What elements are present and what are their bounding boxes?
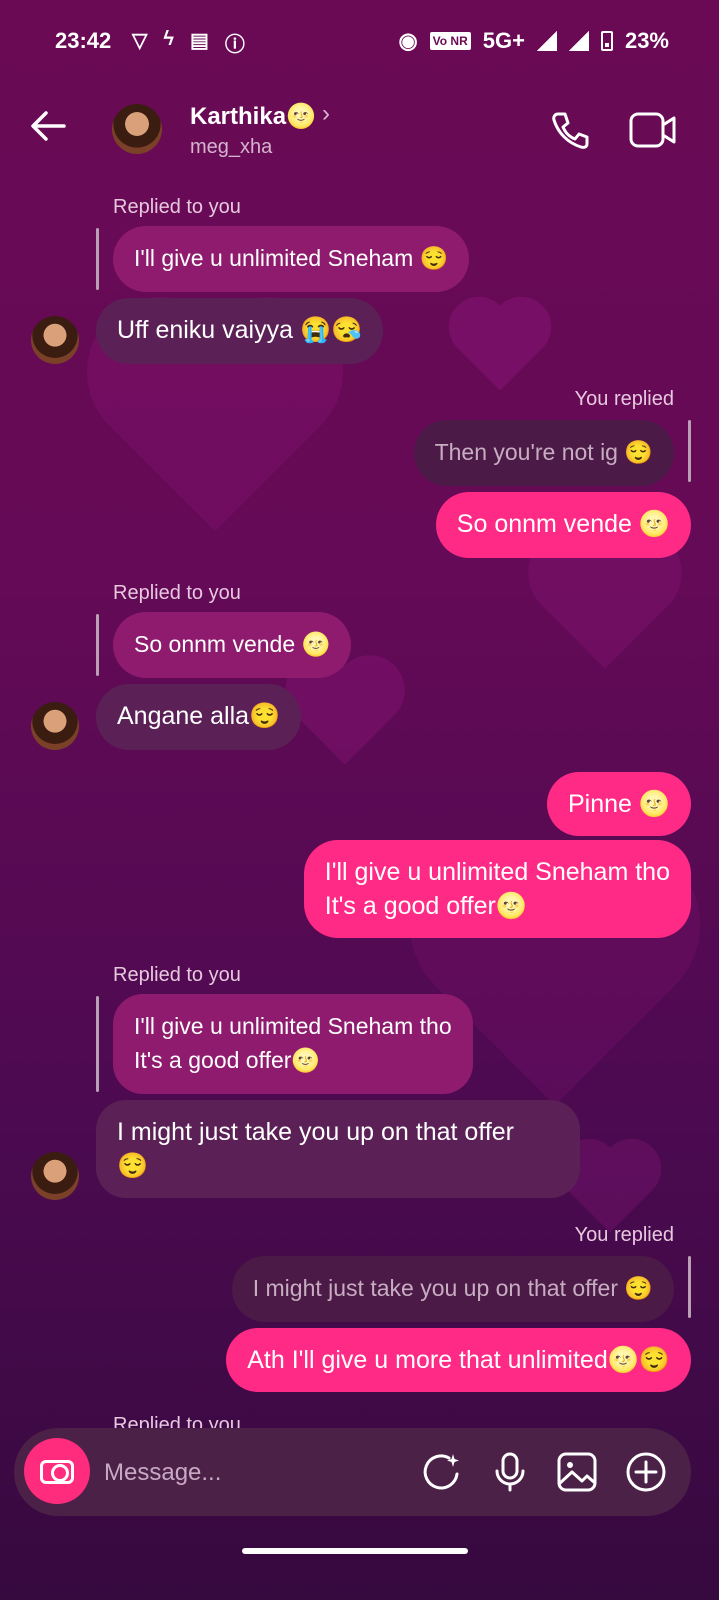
quote-bar xyxy=(96,614,99,676)
background-heart xyxy=(567,1147,653,1233)
outgoing-message[interactable]: So onnm vende 🌝 xyxy=(435,492,691,558)
video-call-icon[interactable] xyxy=(628,110,678,150)
reply-label: You replied xyxy=(574,1224,674,1246)
chat-header: Karthika🌝 › meg_xha xyxy=(0,96,719,166)
message-line: I might just take you up on that offer xyxy=(117,1118,514,1146)
message-line: I'll give u unlimited Sneham tho xyxy=(324,858,670,886)
quoted-message[interactable]: So onnm vende 🌝 xyxy=(113,612,352,678)
back-arrow-icon[interactable] xyxy=(28,106,68,153)
quoted-message[interactable]: I'll give u unlimited Sneham tho It's a … xyxy=(113,994,473,1094)
phone-call-icon[interactable] xyxy=(548,108,592,152)
reply-label: Replied to you xyxy=(113,582,241,604)
hotspot-icon: ◉ xyxy=(398,28,418,53)
incoming-message[interactable]: Uff eniku vaiyya 😭😪 xyxy=(96,298,384,364)
sticker-icon[interactable] xyxy=(419,1450,463,1494)
status-time: 23:42 xyxy=(55,28,112,53)
background-heart xyxy=(457,305,543,391)
sender-avatar[interactable] xyxy=(31,316,79,364)
incoming-message[interactable]: I might just take you up on that offer 😌 xyxy=(96,1100,580,1198)
quote-bar xyxy=(96,996,99,1092)
add-more-icon[interactable] xyxy=(624,1450,668,1494)
calendar-icon: ▤ xyxy=(189,30,209,52)
vpn-icon: ▽ xyxy=(132,30,148,52)
microphone-icon[interactable] xyxy=(488,1450,532,1494)
incoming-message[interactable]: Angane alla😌 xyxy=(96,684,302,750)
outgoing-message[interactable]: Ath I'll give u more that unlimited🌝😌 xyxy=(226,1328,691,1392)
home-indicator[interactable] xyxy=(242,1548,468,1554)
quoted-message[interactable]: I'll give u unlimited Sneham 😌 xyxy=(113,226,470,292)
message-input[interactable] xyxy=(102,1454,406,1492)
outgoing-message[interactable]: I'll give u unlimited Sneham tho It's a … xyxy=(303,840,691,938)
contact-name[interactable]: Karthika🌝 xyxy=(190,102,316,131)
network-type: 5G+ xyxy=(482,28,525,53)
message-composer xyxy=(14,1428,691,1516)
sender-avatar[interactable] xyxy=(31,1152,79,1200)
volte-icon: Vo NR xyxy=(429,32,471,50)
status-bar: 23:42 ▽ ϟ ▤ ⓘ ◉ Vo NR 5G+ 23% xyxy=(0,0,719,80)
message-line: 😌 xyxy=(117,1152,149,1180)
quote-bar xyxy=(688,420,691,482)
message-line: I'll give u unlimited Sneham tho xyxy=(134,1013,452,1039)
sender-avatar[interactable] xyxy=(31,702,79,750)
quote-bar xyxy=(96,228,99,290)
signal-icon xyxy=(568,31,589,51)
background-heart xyxy=(541,541,669,669)
quoted-message[interactable]: Then you're not ig 😌 xyxy=(413,420,674,486)
outgoing-message[interactable]: Pinne 🌝 xyxy=(546,772,691,836)
flash-icon: ϟ xyxy=(163,28,174,50)
quoted-message[interactable]: I might just take you up on that offer 😌 xyxy=(231,1256,674,1322)
gallery-icon[interactable] xyxy=(555,1450,599,1494)
camera-icon[interactable] xyxy=(24,1438,90,1504)
signal-icon xyxy=(536,31,557,51)
message-line: It's a good offer🌝 xyxy=(324,892,527,920)
reply-label: Replied to you xyxy=(113,964,241,986)
battery-percent: 23% xyxy=(624,28,669,53)
contact-avatar[interactable] xyxy=(112,104,162,154)
battery-icon xyxy=(600,31,613,51)
message-line: It's a good offer🌝 xyxy=(134,1047,321,1073)
bolt-icon: ⓘ xyxy=(224,34,245,56)
status-notification-icons: ▽ ϟ ▤ ⓘ xyxy=(132,28,245,57)
reply-label: You replied xyxy=(574,388,674,410)
reply-label: Replied to you xyxy=(113,196,241,218)
background-heart xyxy=(295,665,395,765)
quote-bar xyxy=(688,1256,691,1318)
status-system-icons: ◉ Vo NR 5G+ 23% xyxy=(398,28,669,54)
contact-username: meg_xha xyxy=(190,136,273,158)
chevron-right-icon[interactable]: › xyxy=(322,100,330,128)
